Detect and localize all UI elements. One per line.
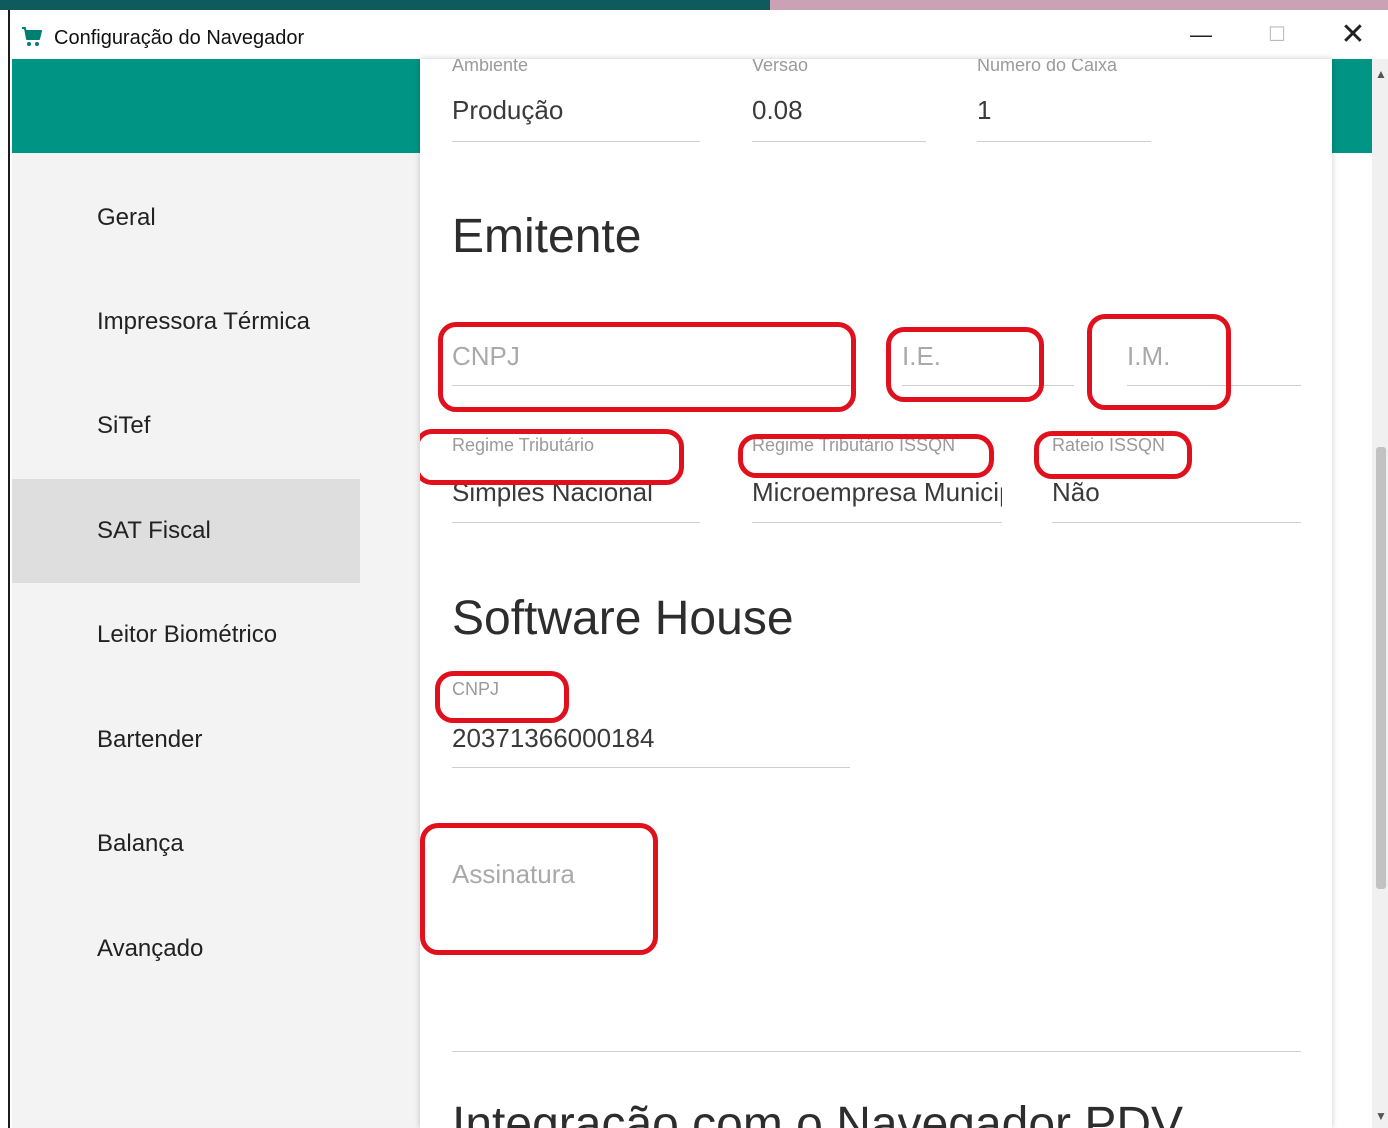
- sidebar: Geral Impressora Térmica SiTef SAT Fisca…: [12, 153, 422, 1128]
- highlight-box-regime-issqn: [738, 434, 994, 478]
- sidebar-item-impressora-termica[interactable]: Impressora Térmica: [12, 270, 360, 374]
- sidebar-item-bartender[interactable]: Bartender: [12, 688, 360, 792]
- sidebar-item-label: SiTef: [97, 412, 151, 439]
- software-house-cnpj-underline: [452, 767, 850, 768]
- desktop-background-right: [770, 0, 1388, 10]
- highlight-box-cnpj: [438, 322, 856, 412]
- triangle-down-icon[interactable]: ▼: [1375, 1109, 1387, 1123]
- minimize-button[interactable]: —: [1166, 10, 1236, 60]
- sidebar-item-sitef[interactable]: SiTef: [12, 374, 360, 478]
- regime-issqn-select[interactable]: Microempresa Municipal: [752, 477, 1002, 508]
- highlight-box-assinatura: [420, 823, 658, 955]
- sidebar-item-label: Avançado: [97, 935, 204, 962]
- maximize-button[interactable]: ☐: [1242, 10, 1312, 60]
- sidebar-item-balanca[interactable]: Balança: [12, 792, 360, 896]
- scroll-thumb[interactable]: [1376, 447, 1386, 889]
- numero-caixa-field[interactable]: 1: [977, 95, 1149, 126]
- settings-window: Configuração do Navegador — ☐ ✕ Geral Im…: [8, 10, 1388, 1128]
- highlight-box-im: [1087, 314, 1231, 410]
- shopping-cart-icon: [22, 27, 42, 46]
- highlight-box-ie: [886, 327, 1044, 402]
- vertical-scrollbar[interactable]: ▲ ▼: [1372, 59, 1388, 1128]
- versao-label: Versao: [752, 59, 809, 75]
- highlight-box-rateio-issqn: [1034, 431, 1192, 479]
- close-button[interactable]: ✕: [1318, 10, 1388, 60]
- regime-issqn-underline: [752, 522, 1002, 523]
- regime-tributario-underline: [452, 522, 700, 523]
- ambiente-label: Ambiente: [452, 59, 529, 75]
- triangle-up-icon[interactable]: ▲: [1375, 67, 1387, 81]
- sat-fiscal-form-panel: Ambiente Produção Versao 0.08 Numero do …: [420, 59, 1332, 1128]
- versao-underline: [752, 141, 926, 142]
- sidebar-item-label: Impressora Térmica: [97, 308, 310, 335]
- sidebar-item-sat-fiscal[interactable]: SAT Fiscal: [12, 479, 360, 583]
- sidebar-item-label: SAT Fiscal: [97, 517, 211, 544]
- title-bar[interactable]: Configuração do Navegador — ☐ ✕: [10, 10, 1388, 60]
- assinatura-underline: [452, 1051, 1301, 1052]
- numero-caixa-label: Numero do Caixa: [977, 59, 1118, 75]
- software-house-heading: Software House: [452, 592, 794, 645]
- ambiente-underline: [452, 141, 700, 142]
- sidebar-item-label: Bartender: [97, 726, 203, 753]
- software-house-cnpj-field[interactable]: 20371366000184: [452, 723, 848, 754]
- sidebar-item-label: Balança: [97, 830, 184, 857]
- window-title: Configuração do Navegador: [54, 27, 305, 49]
- sidebar-item-label: Leitor Biométrico: [97, 621, 278, 648]
- desktop-background: [0, 0, 770, 10]
- ambiente-field[interactable]: Produção: [452, 95, 698, 126]
- sidebar-item-label: Geral: [97, 204, 156, 231]
- integracao-heading: Integração com o Navegador PDV: [452, 1098, 1184, 1128]
- sidebar-item-leitor-biometrico[interactable]: Leitor Biométrico: [12, 583, 360, 687]
- rateio-issqn-select[interactable]: Não: [1052, 477, 1298, 508]
- emitente-heading: Emitente: [452, 210, 642, 263]
- rateio-issqn-underline: [1052, 522, 1301, 523]
- numero-caixa-underline: [977, 141, 1151, 142]
- sidebar-item-geral[interactable]: Geral: [12, 166, 360, 270]
- versao-field[interactable]: 0.08: [752, 95, 924, 126]
- highlight-box-software-cnpj: [435, 671, 569, 723]
- highlight-box-regime-tributario: [420, 429, 684, 485]
- sidebar-item-avancado[interactable]: Avançado: [12, 897, 360, 1001]
